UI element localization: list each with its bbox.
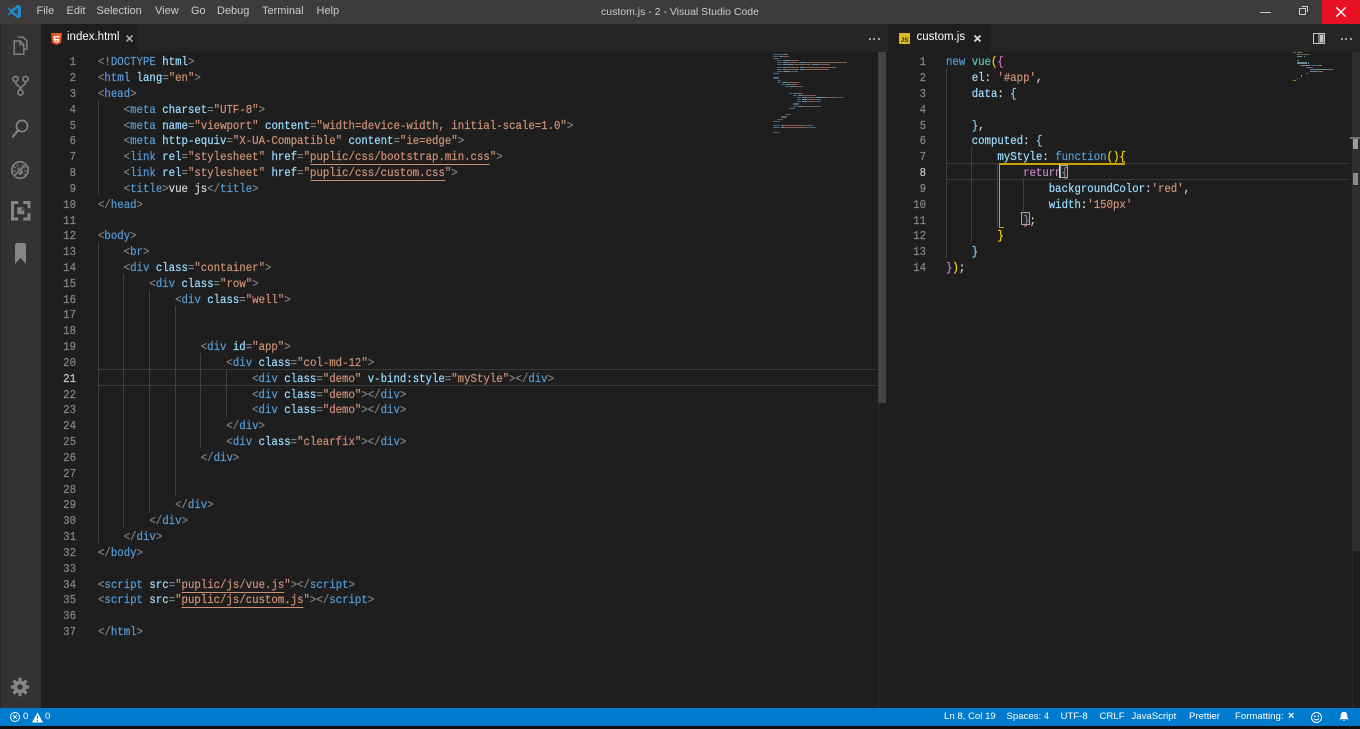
svg-text:JS: JS: [901, 37, 910, 44]
